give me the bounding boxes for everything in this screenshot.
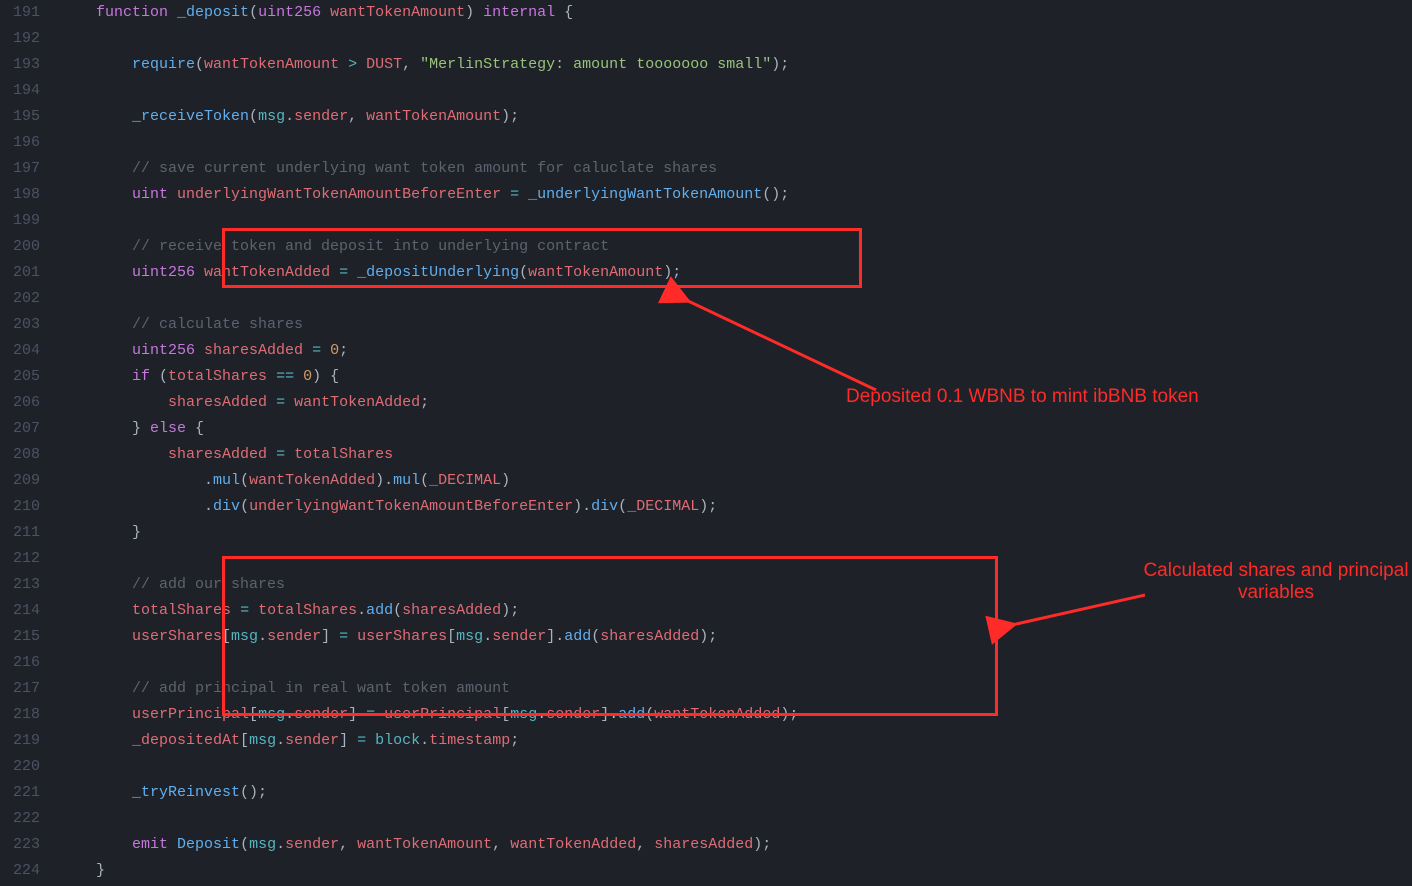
code-line[interactable]: .mul(wantTokenAdded).mul(_DECIMAL) (60, 468, 1412, 494)
line-number: 197 (0, 156, 40, 182)
code-line[interactable]: // add principal in real want token amou… (60, 676, 1412, 702)
line-number: 222 (0, 806, 40, 832)
code-area[interactable]: Deposited 0.1 WBNB to mint ibBNB token C… (60, 0, 1412, 886)
code-line[interactable]: userShares[msg.sender] = userShares[msg.… (60, 624, 1412, 650)
line-number: 205 (0, 364, 40, 390)
line-number: 218 (0, 702, 40, 728)
line-number: 210 (0, 494, 40, 520)
code-line[interactable]: // save current underlying want token am… (60, 156, 1412, 182)
line-number: 223 (0, 832, 40, 858)
line-number: 206 (0, 390, 40, 416)
code-line[interactable]: uint256 wantTokenAdded = _depositUnderly… (60, 260, 1412, 286)
line-number: 196 (0, 130, 40, 156)
code-line[interactable] (60, 806, 1412, 832)
code-line[interactable]: _receiveToken(msg.sender, wantTokenAmoun… (60, 104, 1412, 130)
line-number: 217 (0, 676, 40, 702)
line-number: 199 (0, 208, 40, 234)
line-number: 215 (0, 624, 40, 650)
line-number: 209 (0, 468, 40, 494)
line-number: 203 (0, 312, 40, 338)
code-line[interactable]: _tryReinvest(); (60, 780, 1412, 806)
line-number: 221 (0, 780, 40, 806)
line-number: 212 (0, 546, 40, 572)
line-number: 194 (0, 78, 40, 104)
code-line[interactable] (60, 208, 1412, 234)
line-number: 192 (0, 26, 40, 52)
code-line[interactable] (60, 78, 1412, 104)
code-line[interactable] (60, 130, 1412, 156)
code-line[interactable] (60, 650, 1412, 676)
code-editor[interactable]: 1911921931941951961971981992002012022032… (0, 0, 1412, 886)
line-number: 201 (0, 260, 40, 286)
line-number: 204 (0, 338, 40, 364)
annotation-deposit: Deposited 0.1 WBNB to mint ibBNB token (846, 386, 1199, 408)
line-number: 219 (0, 728, 40, 754)
line-number: 216 (0, 650, 40, 676)
line-number: 224 (0, 858, 40, 884)
line-number: 195 (0, 104, 40, 130)
code-line[interactable]: userPrincipal[msg.sender] = userPrincipa… (60, 702, 1412, 728)
line-number: 191 (0, 0, 40, 26)
code-line[interactable]: _depositedAt[msg.sender] = block.timesta… (60, 728, 1412, 754)
line-number: 214 (0, 598, 40, 624)
annotation-shares: Calculated shares and principal variable… (1136, 560, 1412, 604)
code-line[interactable]: } else { (60, 416, 1412, 442)
code-line[interactable]: uint underlyingWantTokenAmountBeforeEnte… (60, 182, 1412, 208)
line-number: 208 (0, 442, 40, 468)
line-number: 198 (0, 182, 40, 208)
line-number: 202 (0, 286, 40, 312)
code-line[interactable]: require(wantTokenAmount > DUST, "MerlinS… (60, 52, 1412, 78)
line-number: 211 (0, 520, 40, 546)
line-number: 207 (0, 416, 40, 442)
code-line[interactable] (60, 754, 1412, 780)
line-number: 213 (0, 572, 40, 598)
line-number: 193 (0, 52, 40, 78)
code-line[interactable]: .div(underlyingWantTokenAmountBeforeEnte… (60, 494, 1412, 520)
code-line[interactable]: emit Deposit(msg.sender, wantTokenAmount… (60, 832, 1412, 858)
code-line[interactable]: } (60, 858, 1412, 884)
code-line[interactable]: function _deposit(uint256 wantTokenAmoun… (60, 0, 1412, 26)
code-line[interactable]: sharesAdded = totalShares (60, 442, 1412, 468)
line-number: 200 (0, 234, 40, 260)
code-line[interactable]: } (60, 520, 1412, 546)
code-line[interactable]: // receive token and deposit into underl… (60, 234, 1412, 260)
line-number: 220 (0, 754, 40, 780)
code-line[interactable] (60, 26, 1412, 52)
line-number-gutter: 1911921931941951961971981992002012022032… (0, 0, 60, 886)
